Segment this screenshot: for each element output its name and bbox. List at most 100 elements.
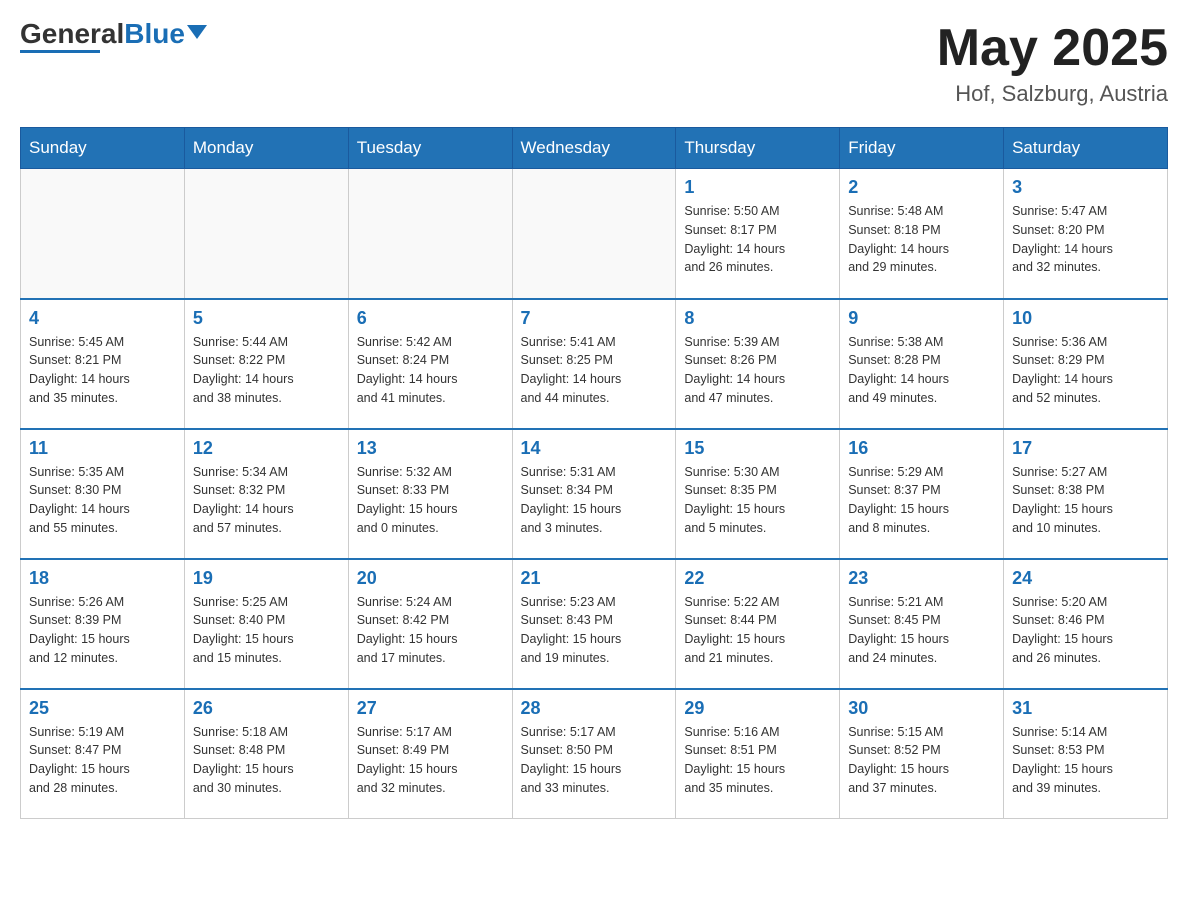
header-sunday: Sunday xyxy=(21,128,185,169)
day-number: 15 xyxy=(684,438,831,459)
logo-underline xyxy=(20,50,100,53)
day-number: 2 xyxy=(848,177,995,198)
day-number: 17 xyxy=(1012,438,1159,459)
table-row xyxy=(512,169,676,299)
table-row: 9 Sunrise: 5:38 AM Sunset: 8:28 PM Daylig… xyxy=(840,299,1004,429)
calendar-week-row: 25Sunrise: 5:19 AM Sunset: 8:47 PM Dayli… xyxy=(21,689,1168,819)
day-number: 22 xyxy=(684,568,831,589)
header-wednesday: Wednesday xyxy=(512,128,676,169)
table-row: 1 Sunrise: 5:50 AM Sunset: 8:17 PM Daylig… xyxy=(676,169,840,299)
table-row: 22 Sunrise: 5:22 AM Sunset: 8:44 PM Dayli… xyxy=(676,559,840,689)
table-row: 28 Sunrise: 5:17 AM Sunset: 8:50 PM Dayli… xyxy=(512,689,676,819)
day-number: 31 xyxy=(1012,698,1159,719)
table-row: 31Sunrise: 5:14 AM Sunset: 8:53 PM Dayli… xyxy=(1004,689,1168,819)
day-info: Sunrise: 5:18 AM Sunset: 8:48 PM Dayligh… xyxy=(193,723,340,798)
day-info: Sunrise: 5:26 AM Sunset: 8:39 PM Dayligh… xyxy=(29,593,176,668)
title-section: May 2025 Hof, Salzburg, Austria xyxy=(937,20,1168,107)
day-number: 27 xyxy=(357,698,504,719)
day-number: 6 xyxy=(357,308,504,329)
logo-blue: Blue xyxy=(124,18,185,49)
table-row: 19 Sunrise: 5:25 AM Sunset: 8:40 PM Dayli… xyxy=(184,559,348,689)
logo-general: General xyxy=(20,18,124,49)
day-info: Sunrise: 5:20 AM Sunset: 8:46 PM Dayligh… xyxy=(1012,593,1159,668)
header-friday: Friday xyxy=(840,128,1004,169)
day-number: 4 xyxy=(29,308,176,329)
day-info: Sunrise: 5:50 AM Sunset: 8:17 PM Dayligh… xyxy=(684,202,831,277)
day-number: 18 xyxy=(29,568,176,589)
day-info: Sunrise: 5:29 AM Sunset: 8:37 PM Dayligh… xyxy=(848,463,995,538)
day-number: 13 xyxy=(357,438,504,459)
table-row xyxy=(21,169,185,299)
header-thursday: Thursday xyxy=(676,128,840,169)
day-info: Sunrise: 5:17 AM Sunset: 8:49 PM Dayligh… xyxy=(357,723,504,798)
day-number: 5 xyxy=(193,308,340,329)
day-info: Sunrise: 5:15 AM Sunset: 8:52 PM Dayligh… xyxy=(848,723,995,798)
table-row: 18 Sunrise: 5:26 AM Sunset: 8:39 PM Dayli… xyxy=(21,559,185,689)
day-info: Sunrise: 5:38 AM Sunset: 8:28 PM Dayligh… xyxy=(848,333,995,408)
table-row: 16 Sunrise: 5:29 AM Sunset: 8:37 PM Dayli… xyxy=(840,429,1004,559)
day-info: Sunrise: 5:30 AM Sunset: 8:35 PM Dayligh… xyxy=(684,463,831,538)
day-info: Sunrise: 5:22 AM Sunset: 8:44 PM Dayligh… xyxy=(684,593,831,668)
header-saturday: Saturday xyxy=(1004,128,1168,169)
day-info: Sunrise: 5:19 AM Sunset: 8:47 PM Dayligh… xyxy=(29,723,176,798)
day-number: 11 xyxy=(29,438,176,459)
calendar-week-row: 11Sunrise: 5:35 AM Sunset: 8:30 PM Dayli… xyxy=(21,429,1168,559)
day-number: 19 xyxy=(193,568,340,589)
day-info: Sunrise: 5:34 AM Sunset: 8:32 PM Dayligh… xyxy=(193,463,340,538)
calendar-week-row: 1 Sunrise: 5:50 AM Sunset: 8:17 PM Daylig… xyxy=(21,169,1168,299)
day-info: Sunrise: 5:24 AM Sunset: 8:42 PM Dayligh… xyxy=(357,593,504,668)
day-info: Sunrise: 5:23 AM Sunset: 8:43 PM Dayligh… xyxy=(521,593,668,668)
table-row: 12 Sunrise: 5:34 AM Sunset: 8:32 PM Dayli… xyxy=(184,429,348,559)
calendar-table: Sunday Monday Tuesday Wednesday Thursday… xyxy=(20,127,1168,819)
header-tuesday: Tuesday xyxy=(348,128,512,169)
day-number: 29 xyxy=(684,698,831,719)
day-number: 3 xyxy=(1012,177,1159,198)
day-number: 21 xyxy=(521,568,668,589)
table-row: 5 Sunrise: 5:44 AM Sunset: 8:22 PM Daylig… xyxy=(184,299,348,429)
table-row: 27 Sunrise: 5:17 AM Sunset: 8:49 PM Dayli… xyxy=(348,689,512,819)
day-info: Sunrise: 5:41 AM Sunset: 8:25 PM Dayligh… xyxy=(521,333,668,408)
day-number: 12 xyxy=(193,438,340,459)
day-info: Sunrise: 5:39 AM Sunset: 8:26 PM Dayligh… xyxy=(684,333,831,408)
table-row: 25Sunrise: 5:19 AM Sunset: 8:47 PM Dayli… xyxy=(21,689,185,819)
calendar-header-row: Sunday Monday Tuesday Wednesday Thursday… xyxy=(21,128,1168,169)
day-number: 30 xyxy=(848,698,995,719)
header-monday: Monday xyxy=(184,128,348,169)
table-row: 3Sunrise: 5:47 AM Sunset: 8:20 PM Daylig… xyxy=(1004,169,1168,299)
day-number: 1 xyxy=(684,177,831,198)
calendar-week-row: 4 Sunrise: 5:45 AM Sunset: 8:21 PM Daylig… xyxy=(21,299,1168,429)
table-row xyxy=(184,169,348,299)
day-info: Sunrise: 5:27 AM Sunset: 8:38 PM Dayligh… xyxy=(1012,463,1159,538)
day-number: 8 xyxy=(684,308,831,329)
table-row: 13 Sunrise: 5:32 AM Sunset: 8:33 PM Dayli… xyxy=(348,429,512,559)
page-header: GeneralBlue May 2025 Hof, Salzburg, Aust… xyxy=(20,20,1168,107)
day-number: 14 xyxy=(521,438,668,459)
day-info: Sunrise: 5:44 AM Sunset: 8:22 PM Dayligh… xyxy=(193,333,340,408)
table-row: 6Sunrise: 5:42 AM Sunset: 8:24 PM Daylig… xyxy=(348,299,512,429)
day-info: Sunrise: 5:31 AM Sunset: 8:34 PM Dayligh… xyxy=(521,463,668,538)
day-number: 28 xyxy=(521,698,668,719)
day-number: 10 xyxy=(1012,308,1159,329)
day-info: Sunrise: 5:21 AM Sunset: 8:45 PM Dayligh… xyxy=(848,593,995,668)
day-info: Sunrise: 5:17 AM Sunset: 8:50 PM Dayligh… xyxy=(521,723,668,798)
day-number: 16 xyxy=(848,438,995,459)
day-number: 20 xyxy=(357,568,504,589)
day-info: Sunrise: 5:25 AM Sunset: 8:40 PM Dayligh… xyxy=(193,593,340,668)
day-number: 9 xyxy=(848,308,995,329)
table-row: 24 Sunrise: 5:20 AM Sunset: 8:46 PM Dayli… xyxy=(1004,559,1168,689)
day-number: 24 xyxy=(1012,568,1159,589)
day-info: Sunrise: 5:48 AM Sunset: 8:18 PM Dayligh… xyxy=(848,202,995,277)
day-number: 23 xyxy=(848,568,995,589)
location-subtitle: Hof, Salzburg, Austria xyxy=(937,81,1168,107)
day-info: Sunrise: 5:36 AM Sunset: 8:29 PM Dayligh… xyxy=(1012,333,1159,408)
table-row: 20 Sunrise: 5:24 AM Sunset: 8:42 PM Dayli… xyxy=(348,559,512,689)
day-info: Sunrise: 5:45 AM Sunset: 8:21 PM Dayligh… xyxy=(29,333,176,408)
logo: GeneralBlue xyxy=(20,20,207,53)
table-row: 7Sunrise: 5:41 AM Sunset: 8:25 PM Daylig… xyxy=(512,299,676,429)
table-row: 11Sunrise: 5:35 AM Sunset: 8:30 PM Dayli… xyxy=(21,429,185,559)
table-row: 10 Sunrise: 5:36 AM Sunset: 8:29 PM Dayli… xyxy=(1004,299,1168,429)
day-info: Sunrise: 5:32 AM Sunset: 8:33 PM Dayligh… xyxy=(357,463,504,538)
logo-triangle-icon xyxy=(187,25,207,39)
table-row: 30 Sunrise: 5:15 AM Sunset: 8:52 PM Dayli… xyxy=(840,689,1004,819)
day-number: 26 xyxy=(193,698,340,719)
